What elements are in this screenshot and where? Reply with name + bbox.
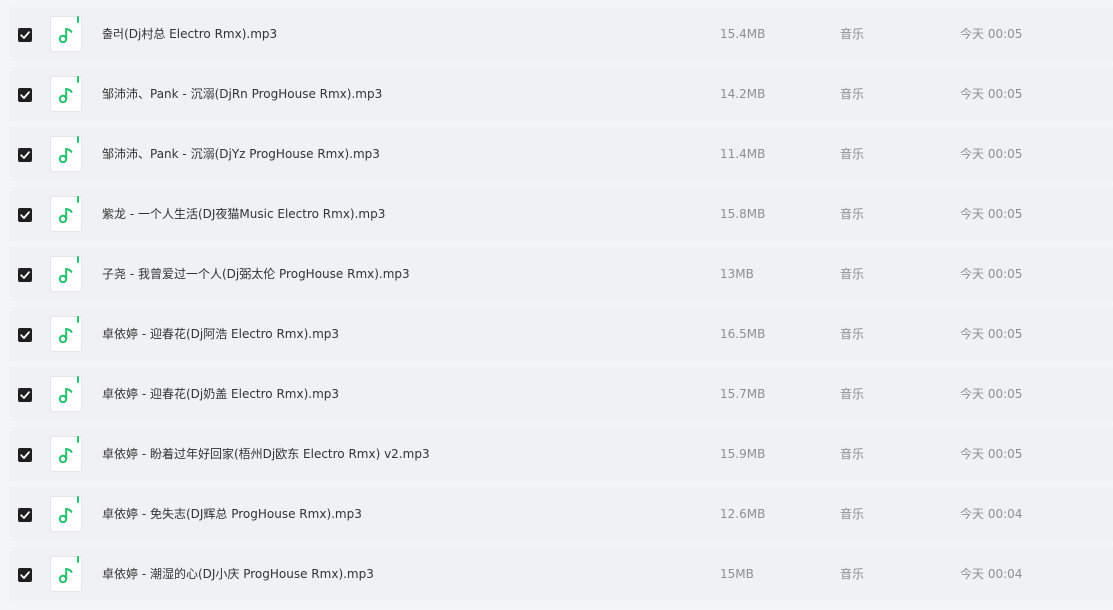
file-name[interactable]: 卓依婷 - 潮湿的心(DJ小庆 ProgHouse Rmx).mp3 [102,547,682,601]
file-size: 15.4MB [720,27,766,41]
file-row[interactable]: 卓依婷 - 盼着过年好回家(梧州Dj欧东 Electro Rmx) v2.mp3… [9,427,1113,481]
checkmark-icon [20,331,30,339]
file-name[interactable]: 출러(Dj村总 Electro Rmx).mp3 [102,7,682,61]
checkmark-icon [20,31,30,39]
row-checkbox[interactable] [18,508,32,522]
row-checkbox[interactable] [18,208,32,222]
file-row[interactable]: 卓依婷 - 迎春花(Dj奶盖 Electro Rmx).mp3 15.7MB 音… [9,367,1113,421]
music-file-icon [50,316,82,352]
music-note-icon [58,567,73,584]
file-type: 音乐 [840,387,865,401]
file-row[interactable]: 卓依婷 - 迎春花(Dj阿浩 Electro Rmx).mp3 16.5MB 音… [9,307,1113,361]
row-checkbox[interactable] [18,448,32,462]
music-file-icon [50,436,82,472]
file-size: 15MB [720,567,754,581]
file-type: 音乐 [840,147,865,161]
music-note-icon [58,147,73,164]
music-note-icon [58,507,73,524]
file-modified-time: 今天 00:05 [960,327,1023,341]
music-file-icon [50,196,82,232]
music-file-icon [50,496,82,532]
file-size: 15.8MB [720,207,766,221]
file-modified-time: 今天 00:04 [960,567,1023,581]
file-type: 音乐 [840,207,865,221]
row-checkbox[interactable] [18,568,32,582]
file-row[interactable]: 卓依婷 - 免失志(DJ辉总 ProgHouse Rmx).mp3 12.6MB… [9,487,1113,541]
file-name[interactable]: 邹沛沛、Pank - 沉溺(DjYz ProgHouse Rmx).mp3 [102,127,682,181]
file-type: 音乐 [840,447,865,461]
music-note-icon [58,27,73,44]
file-list: 출러(Dj村总 Electro Rmx).mp3 15.4MB 音乐 今天 00… [0,0,1113,610]
checkmark-icon [20,391,30,399]
music-note-icon [58,447,73,464]
file-modified-time: 今天 00:05 [960,207,1023,221]
file-modified-time: 今天 00:05 [960,267,1023,281]
music-note-icon [58,267,73,284]
row-checkbox[interactable] [18,148,32,162]
music-note-icon [58,327,73,344]
file-modified-time: 今天 00:05 [960,87,1023,101]
file-name[interactable]: 邹沛沛、Pank - 沉溺(DjRn ProgHouse Rmx).mp3 [102,67,682,121]
file-size: 15.7MB [720,387,766,401]
checkmark-icon [20,151,30,159]
file-name[interactable]: 紫龙 - 一个人生活(DJ夜猫Music Electro Rmx).mp3 [102,187,682,241]
file-modified-time: 今天 00:05 [960,387,1023,401]
checkmark-icon [20,511,30,519]
row-checkbox[interactable] [18,388,32,402]
music-file-icon [50,76,82,112]
file-row[interactable]: 邹沛沛、Pank - 沉溺(DjRn ProgHouse Rmx).mp3 14… [9,67,1113,121]
file-size: 11.4MB [720,147,766,161]
file-row[interactable]: 紫龙 - 一个人生活(DJ夜猫Music Electro Rmx).mp3 15… [9,187,1113,241]
file-size: 12.6MB [720,507,766,521]
file-type: 音乐 [840,327,865,341]
file-size: 15.9MB [720,447,766,461]
file-type: 音乐 [840,267,865,281]
file-modified-time: 今天 00:04 [960,507,1023,521]
checkmark-icon [20,91,30,99]
checkmark-icon [20,451,30,459]
file-size: 14.2MB [720,87,766,101]
file-modified-time: 今天 00:05 [960,447,1023,461]
file-modified-time: 今天 00:05 [960,27,1023,41]
music-file-icon [50,376,82,412]
row-checkbox[interactable] [18,328,32,342]
row-checkbox[interactable] [18,28,32,42]
file-type: 音乐 [840,27,865,41]
file-row[interactable]: 子尧 - 我曾爱过一个人(Dj弼太伦 ProgHouse Rmx).mp3 13… [9,247,1113,301]
file-size: 13MB [720,267,754,281]
file-row[interactable]: 출러(Dj村总 Electro Rmx).mp3 15.4MB 音乐 今天 00… [9,7,1113,61]
music-file-icon [50,556,82,592]
music-file-icon [50,16,82,52]
music-note-icon [58,387,73,404]
file-row[interactable]: 邹沛沛、Pank - 沉溺(DjYz ProgHouse Rmx).mp3 11… [9,127,1113,181]
music-file-icon [50,136,82,172]
checkmark-icon [20,211,30,219]
music-file-icon [50,256,82,292]
checkmark-icon [20,571,30,579]
file-type: 音乐 [840,507,865,521]
file-name[interactable]: 卓依婷 - 迎春花(Dj阿浩 Electro Rmx).mp3 [102,307,682,361]
file-row[interactable]: 卓依婷 - 潮湿的心(DJ小庆 ProgHouse Rmx).mp3 15MB … [9,547,1113,601]
row-checkbox[interactable] [18,88,32,102]
file-name[interactable]: 卓依婷 - 迎春花(Dj奶盖 Electro Rmx).mp3 [102,367,682,421]
file-type: 音乐 [840,567,865,581]
row-checkbox[interactable] [18,268,32,282]
file-size: 16.5MB [720,327,766,341]
file-name[interactable]: 子尧 - 我曾爱过一个人(Dj弼太伦 ProgHouse Rmx).mp3 [102,247,682,301]
file-type: 音乐 [840,87,865,101]
file-modified-time: 今天 00:05 [960,147,1023,161]
file-name[interactable]: 卓依婷 - 免失志(DJ辉总 ProgHouse Rmx).mp3 [102,487,682,541]
file-name[interactable]: 卓依婷 - 盼着过年好回家(梧州Dj欧东 Electro Rmx) v2.mp3 [102,427,682,481]
music-note-icon [58,87,73,104]
music-note-icon [58,207,73,224]
checkmark-icon [20,271,30,279]
